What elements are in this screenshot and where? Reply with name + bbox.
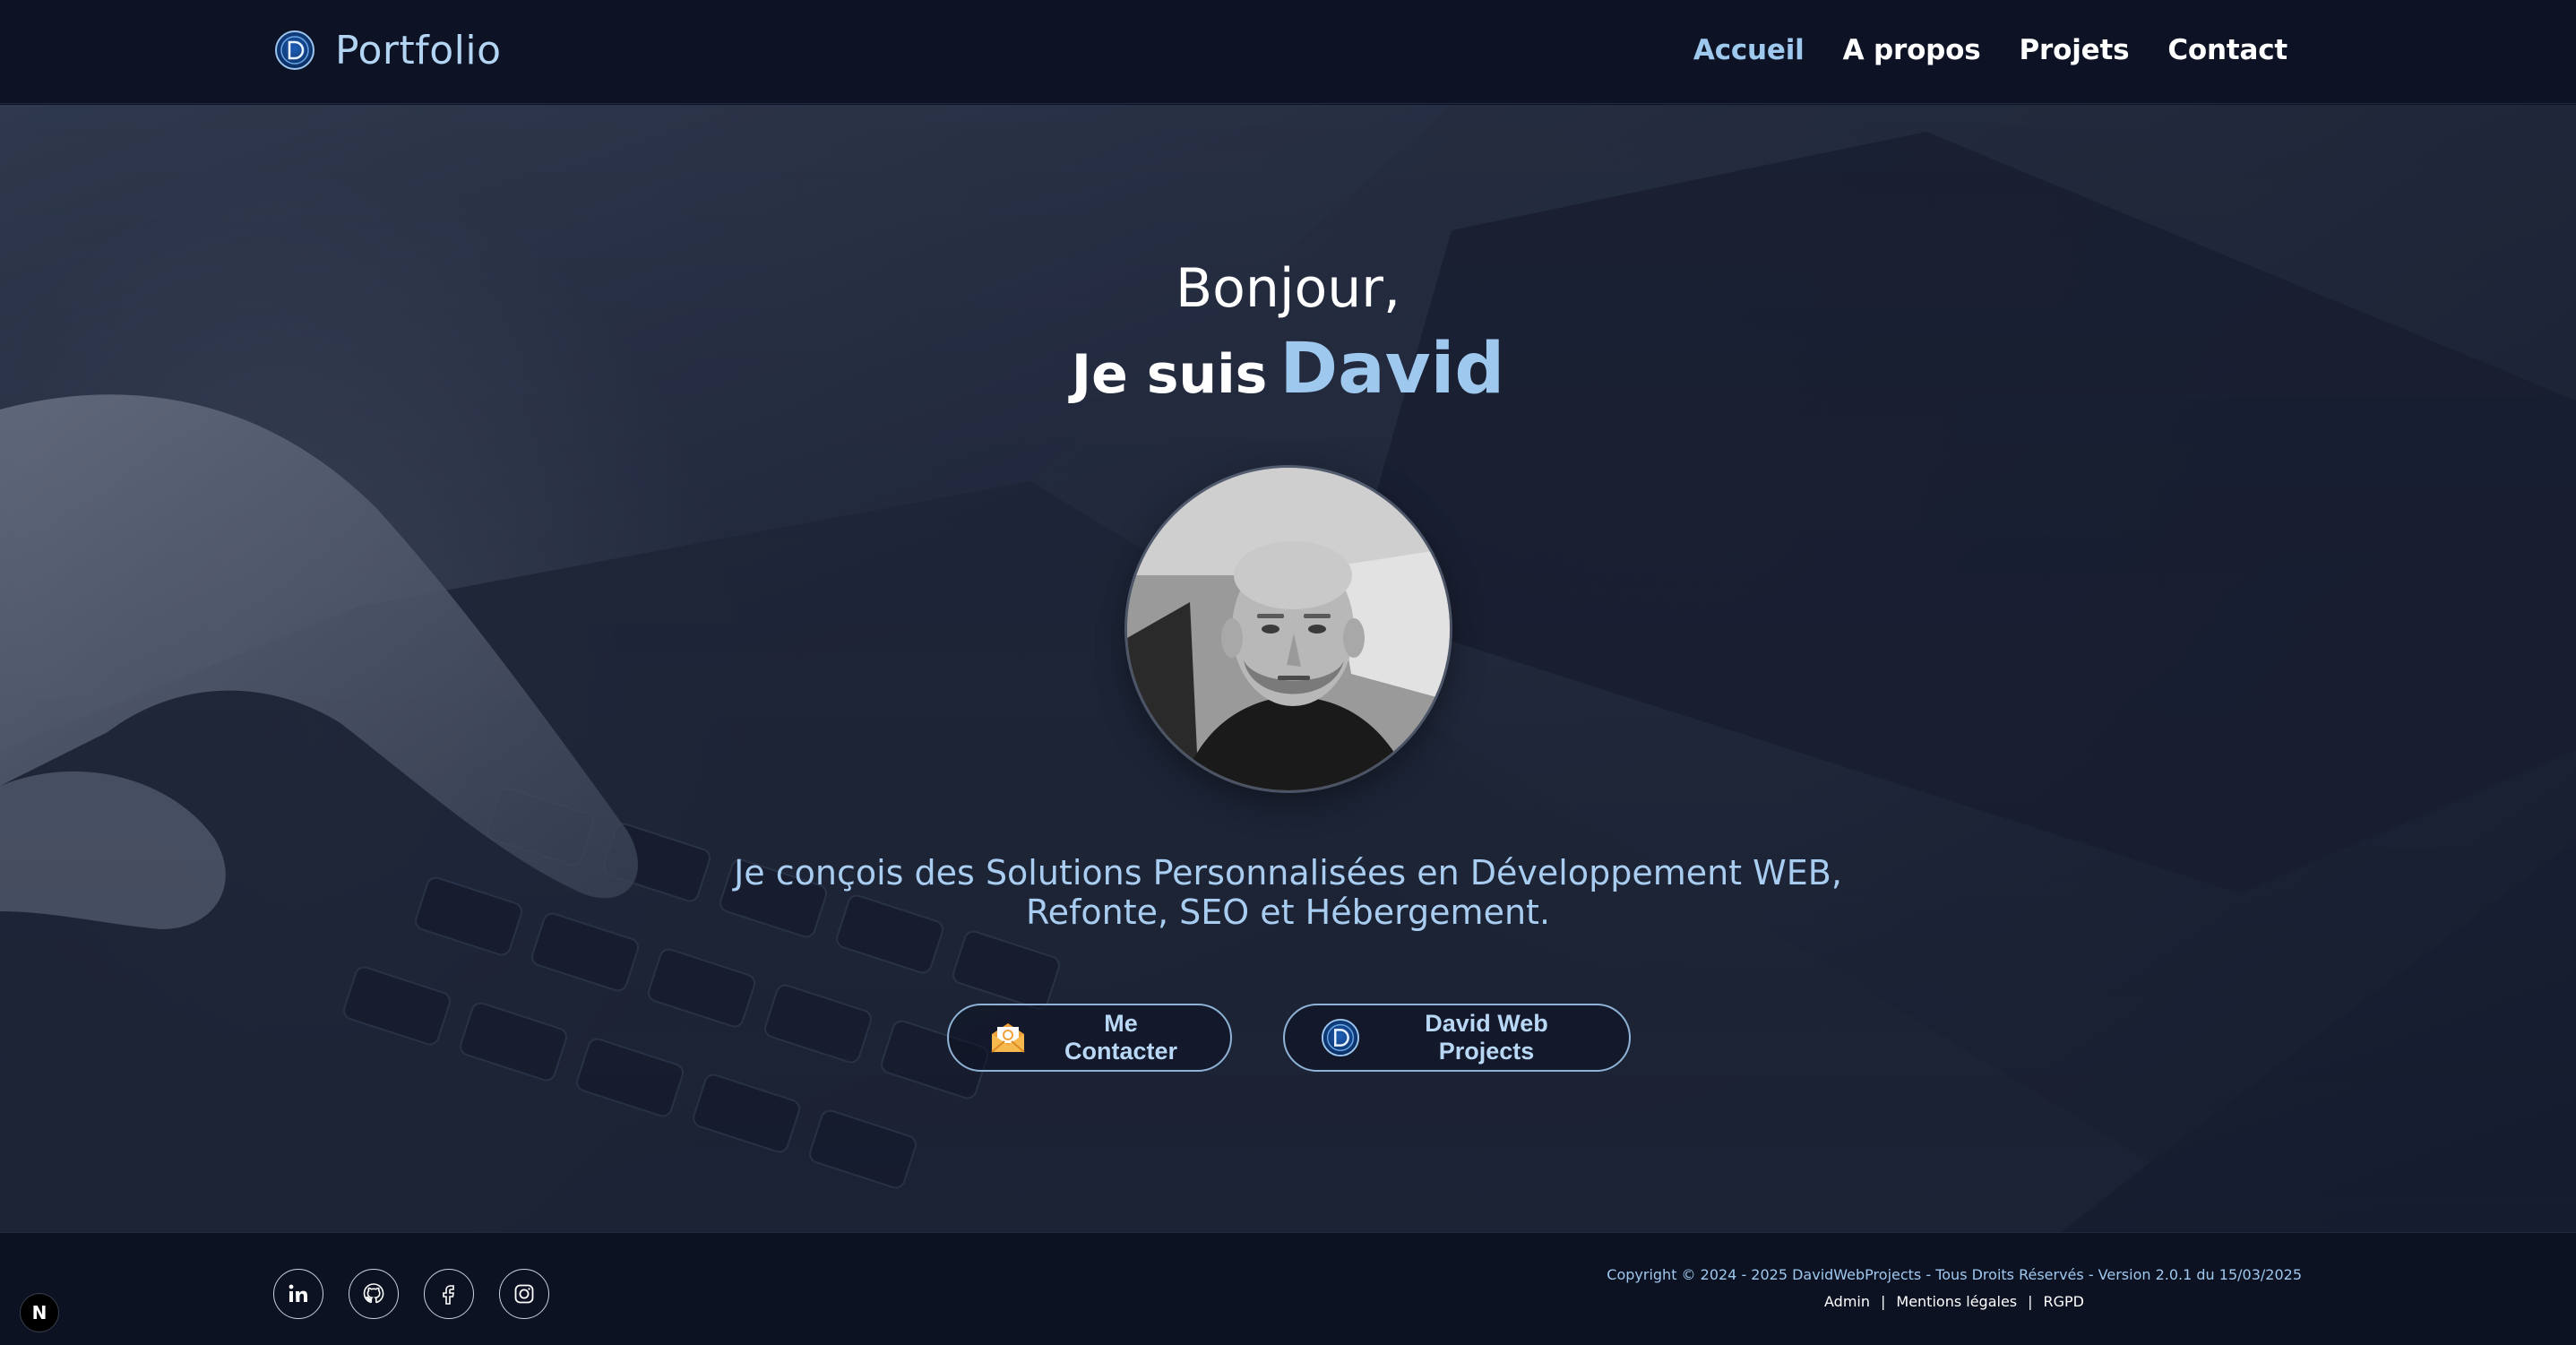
footer-link-rgpd[interactable]: RGPD bbox=[2044, 1293, 2084, 1310]
profile-avatar bbox=[1127, 468, 1450, 790]
mail-icon bbox=[991, 1023, 1025, 1053]
site-footer: Copyright © 2024 - 2025 DavidWebProjects… bbox=[0, 1232, 2576, 1345]
footer-link-separator: | bbox=[2028, 1293, 2033, 1310]
instagram-icon bbox=[514, 1284, 534, 1304]
dwp-logo-icon bbox=[1321, 1018, 1360, 1057]
contact-button[interactable]: Me Contacter bbox=[947, 1004, 1232, 1072]
profile-photo bbox=[1127, 468, 1450, 790]
hero-tagline-line2: Refonte, SEO et Hébergement. bbox=[1025, 892, 1551, 932]
dev-tools-badge[interactable]: N bbox=[20, 1293, 59, 1332]
github-link[interactable] bbox=[349, 1269, 399, 1319]
nav-item-a-propos[interactable]: A propos bbox=[1843, 34, 1981, 66]
nav-item-accueil[interactable]: Accueil bbox=[1693, 34, 1805, 66]
instagram-link[interactable] bbox=[499, 1269, 549, 1319]
brand-logo-icon bbox=[275, 30, 314, 70]
linkedin-link[interactable] bbox=[273, 1269, 323, 1319]
brand-link[interactable]: Portfolio bbox=[274, 25, 502, 75]
nav-item-projets[interactable]: Projets bbox=[2020, 34, 2130, 66]
hero-greeting: Bonjour, bbox=[1175, 257, 1401, 320]
david-web-projects-button-label: David Web Projects bbox=[1425, 1010, 1548, 1065]
copyright-text: Copyright © 2024 - 2025 DavidWebProjects… bbox=[1607, 1266, 2302, 1283]
contact-button-label: Me Contacter bbox=[1064, 1010, 1178, 1065]
brand-name: Portfolio bbox=[335, 27, 502, 73]
hero-section: Bonjour, Je suis David Je conçois des So… bbox=[0, 105, 2576, 1232]
david-web-projects-button[interactable]: David Web Projects bbox=[1283, 1004, 1631, 1072]
hero-name: David bbox=[1279, 329, 1505, 410]
footer-link-admin[interactable]: Admin bbox=[1824, 1293, 1870, 1310]
hero-intro-prefix: Je suis bbox=[1071, 343, 1268, 406]
footer-links: Admin | Mentions légales | RGPD bbox=[1824, 1293, 2084, 1310]
footer-link-mentions-legales[interactable]: Mentions légales bbox=[1896, 1293, 2017, 1310]
facebook-icon bbox=[443, 1285, 454, 1305]
footer-link-separator: | bbox=[1881, 1293, 1886, 1310]
hero-tagline-line1: Je conçois des Solutions Personnalisées … bbox=[734, 853, 1842, 892]
hero-intro: Je suis David bbox=[0, 329, 2576, 410]
site-header: Portfolio Accueil A propos Projets Conta… bbox=[0, 0, 2576, 104]
main-nav: Accueil A propos Projets Contact bbox=[1693, 29, 2287, 72]
nav-item-contact[interactable]: Contact bbox=[2167, 34, 2287, 66]
github-icon bbox=[363, 1283, 384, 1304]
social-links bbox=[273, 1269, 549, 1319]
linkedin-icon bbox=[289, 1284, 307, 1302]
hero-tagline: Je conçois des Solutions Personnalisées … bbox=[0, 853, 2576, 932]
facebook-link[interactable] bbox=[424, 1269, 474, 1319]
